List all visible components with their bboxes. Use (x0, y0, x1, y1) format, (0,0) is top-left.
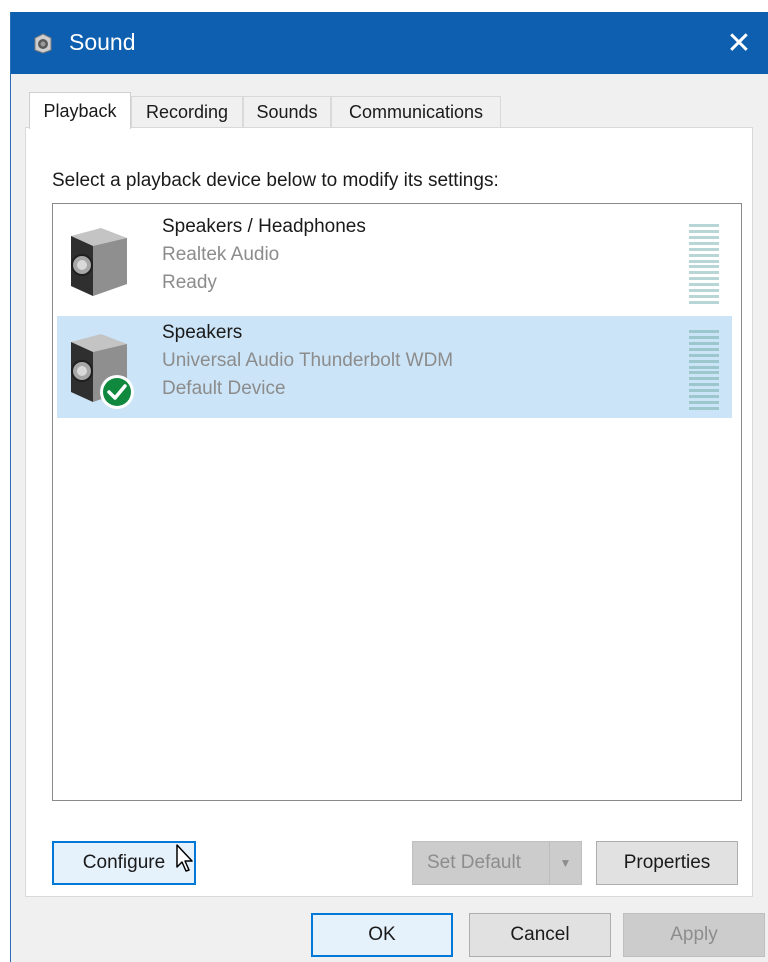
mouse-pointer-icon (176, 844, 193, 872)
close-button[interactable]: ✕ (709, 12, 768, 74)
speaker-icon (34, 33, 52, 54)
sound-dialog: Sound ✕ Playback Recording Sounds Commun… (10, 12, 768, 962)
speaker-device-icon (71, 228, 127, 296)
volume-meter (689, 330, 719, 410)
set-default-label: Set Default (427, 852, 521, 873)
playback-panel: Select a playback device below to modify… (25, 127, 753, 897)
device-description: Realtek Audio (162, 244, 280, 265)
apply-button[interactable]: Apply (623, 913, 765, 957)
tab-recording[interactable]: Recording (131, 96, 243, 128)
cancel-button[interactable]: Cancel (469, 913, 611, 957)
device-name: Speakers / Headphones (162, 216, 366, 237)
device-list[interactable]: Speakers / Headphones Realtek Audio Read… (52, 203, 742, 801)
device-item-speakers-headphones[interactable]: Speakers / Headphones Realtek Audio Read… (57, 210, 732, 312)
speaker-device-icon (71, 334, 134, 409)
device-status: Default Device (162, 378, 286, 399)
device-status: Ready (162, 272, 217, 293)
properties-button[interactable]: Properties (596, 841, 738, 885)
volume-meter (689, 224, 719, 304)
close-icon: ✕ (726, 26, 752, 60)
title-bar[interactable]: Sound ✕ (11, 12, 768, 74)
set-default-button[interactable]: Set Default ▼ (412, 841, 582, 885)
device-item-speakers[interactable]: Speakers Universal Audio Thunderbolt WDM… (57, 316, 732, 418)
tab-sounds[interactable]: Sounds (243, 96, 331, 128)
green-check-icon (100, 375, 134, 409)
window-title: Sound (69, 29, 136, 55)
device-description: Universal Audio Thunderbolt WDM (162, 350, 454, 371)
instruction-text: Select a playback device below to modify… (52, 170, 499, 191)
ok-button[interactable]: OK (311, 913, 453, 957)
tab-communications[interactable]: Communications (331, 96, 501, 128)
tab-playback[interactable]: Playback (29, 92, 131, 129)
chevron-down-icon[interactable]: ▼ (549, 842, 581, 884)
device-name: Speakers (162, 322, 243, 343)
